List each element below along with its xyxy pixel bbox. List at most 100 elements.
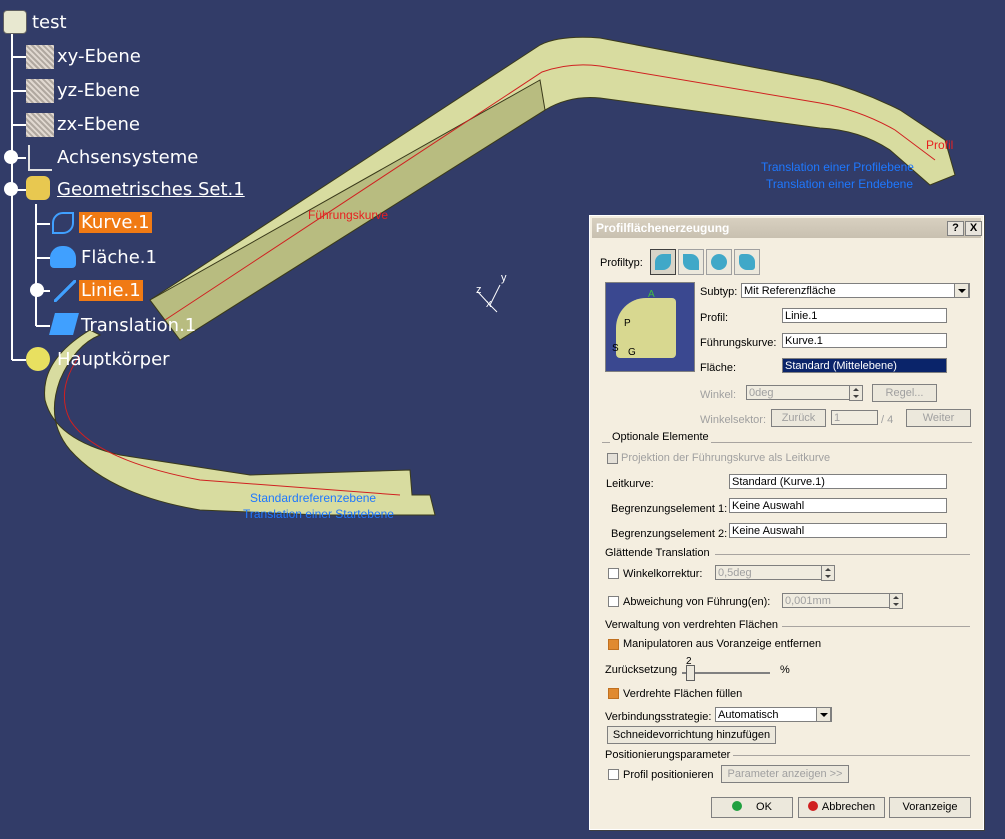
zurueck-button[interactable]: Zurück (771, 409, 826, 427)
surface-icon[interactable] (50, 246, 76, 268)
profiltyp-circle-button[interactable] (678, 249, 704, 275)
part-body-icon[interactable] (26, 347, 50, 371)
abweichung-checkbox[interactable] (608, 596, 619, 607)
tree-item-yz-ebene[interactable]: yz-Ebene (57, 80, 140, 101)
winkelkorrektur-spinner[interactable] (821, 565, 835, 581)
plane-icon[interactable] (26, 113, 54, 137)
dialog-title: Profilflächenerzeugung (596, 221, 730, 235)
profil-positionieren-checkbox[interactable] (608, 769, 619, 780)
cancel-icon (807, 801, 818, 811)
subtype-preview-image: A P S G (605, 282, 695, 372)
sektor-total: / 4 (881, 414, 894, 426)
verdrehte-checkbox[interactable] (608, 688, 619, 699)
abweichung-spinner[interactable] (889, 593, 903, 609)
tree-root-test[interactable]: test (32, 12, 67, 33)
abbrechen-button[interactable]: Abbrechen (798, 797, 885, 818)
abweichung-label: Abweichung von Führung(en): (623, 596, 771, 608)
verbindung-dropdown-arrow[interactable] (816, 707, 831, 722)
help-button[interactable]: ? (947, 221, 964, 236)
profiltyp-label: Profiltyp: (600, 257, 643, 269)
ok-icon (732, 801, 743, 811)
profiltyp-line-icon (655, 254, 671, 270)
tree-item-xy-ebene[interactable]: xy-Ebene (57, 46, 141, 67)
positionierung-title: Positionierungsparameter (605, 749, 731, 761)
annotation-standardreferenzebene: Standardreferenzebene (250, 491, 377, 505)
sektor-field[interactable]: 1 (831, 410, 878, 425)
ok-label: OK (756, 801, 772, 813)
tree-item-kurve[interactable]: Kurve.1 (79, 212, 152, 233)
verbindung-select[interactable]: Automatisch (715, 707, 832, 722)
annotation-translation-endebene: Translation einer Endebene (766, 177, 913, 191)
tree-item-achsensysteme[interactable]: Achsensysteme (57, 147, 198, 168)
glaettende-divider (715, 554, 970, 555)
curve-icon[interactable] (52, 212, 74, 234)
collapse-minus-icon[interactable] (4, 182, 18, 196)
winkel-field[interactable]: 0deg (746, 385, 851, 400)
tree-item-geometrisches-set[interactable]: Geometrisches Set.1 (57, 179, 245, 200)
flaeche-label: Fläche: (700, 362, 737, 374)
optionale-title: Optionale Elemente (610, 431, 711, 443)
begrenzung1-label: Begrenzungselement 1: (611, 503, 728, 515)
winkelkorrektur-field[interactable]: 0,5deg (715, 565, 822, 580)
zuruecksetzung-slider-track[interactable] (682, 672, 770, 674)
expand-plus-icon[interactable] (30, 283, 44, 297)
plane-icon[interactable] (26, 79, 54, 103)
profiltyp-explicit-button[interactable] (734, 249, 760, 275)
zuruecksetzung-label: Zurücksetzung (605, 664, 678, 676)
close-button[interactable]: X (965, 221, 982, 236)
tree-item-linie[interactable]: Linie.1 (79, 280, 143, 301)
profiltyp-line-button[interactable] (650, 249, 676, 275)
regel-button[interactable]: Regel... (872, 384, 937, 402)
profiltyp-conic-icon (711, 254, 727, 270)
leitkurve-field[interactable]: Standard (Kurve.1) (729, 474, 947, 489)
flaeche-field[interactable]: Standard (Mittelebene) (782, 358, 947, 373)
fuehrungskurve-label: Führungskurve: (700, 337, 777, 349)
fuehrungskurve-field[interactable]: Kurve.1 (782, 333, 947, 348)
preview-letter-g: G (628, 347, 636, 358)
subtyp-dropdown-arrow[interactable] (954, 283, 969, 298)
abweichung-field[interactable]: 0,001mm (782, 593, 890, 608)
glaettende-title: Glättende Translation (605, 547, 710, 559)
product-icon[interactable] (3, 10, 27, 34)
begrenzung2-label: Begrenzungselement 2: (611, 528, 728, 540)
line-icon[interactable] (54, 280, 76, 302)
axis-system-icon[interactable] (28, 145, 52, 171)
weiter-button[interactable]: Weiter (906, 409, 971, 427)
specification-tree: test xy-Ebene yz-Ebene zx-Ebene Achsensy… (0, 0, 300, 380)
manipulatoren-checkbox[interactable] (608, 639, 619, 650)
dialog-titlebar[interactable]: Profilflächenerzeugung ? X (592, 218, 982, 238)
axis-z-label: z (476, 284, 482, 296)
tree-item-translation[interactable]: Translation.1 (81, 315, 196, 336)
ok-button[interactable]: OK (711, 797, 793, 818)
verbindung-label: Verbindungsstrategie: (605, 711, 712, 723)
tree-item-zx-ebene[interactable]: zx-Ebene (57, 114, 140, 135)
abbrechen-label: Abbrechen (821, 801, 876, 813)
winkel-label: Winkel: (700, 389, 737, 401)
zuruecksetzung-slider-thumb[interactable] (686, 665, 695, 681)
subtyp-label: Subtyp: (700, 286, 738, 298)
profiltyp-explicit-icon (739, 254, 755, 270)
profiltyp-conic-button[interactable] (706, 249, 732, 275)
profil-field[interactable]: Linie.1 (782, 308, 947, 323)
leitkurve-label: Leitkurve: (606, 478, 654, 490)
axis-x-label: x (486, 298, 492, 310)
projektion-checkbox[interactable] (607, 453, 618, 464)
schneidevorrichtung-button[interactable]: Schneidevorrichtung hinzufügen (607, 726, 776, 744)
winkelkorrektur-checkbox[interactable] (608, 568, 619, 579)
geometrical-set-icon[interactable] (26, 176, 50, 200)
begrenzung1-field[interactable]: Keine Auswahl (729, 498, 947, 513)
percent-label: % (780, 664, 790, 676)
preview-letter-s: S (612, 343, 619, 354)
begrenzung2-field[interactable]: Keine Auswahl (729, 523, 947, 538)
profiltyp-circle-icon (683, 254, 699, 270)
voranzeige-button[interactable]: Voranzeige (889, 797, 971, 818)
winkel-spinner[interactable] (849, 385, 863, 401)
tree-item-flaeche[interactable]: Fläche.1 (81, 247, 157, 268)
tree-item-hauptkoerper[interactable]: Hauptkörper (57, 349, 170, 370)
manipulatoren-label: Manipulatoren aus Voranzeige entfernen (623, 638, 822, 650)
subtyp-select[interactable]: Mit Referenzfläche (741, 283, 970, 298)
parameter-anzeigen-button[interactable]: Parameter anzeigen >> (721, 765, 849, 783)
plane-icon[interactable] (26, 45, 54, 69)
preview-letter-p: P (624, 318, 631, 329)
expand-plus-icon[interactable] (4, 150, 18, 164)
